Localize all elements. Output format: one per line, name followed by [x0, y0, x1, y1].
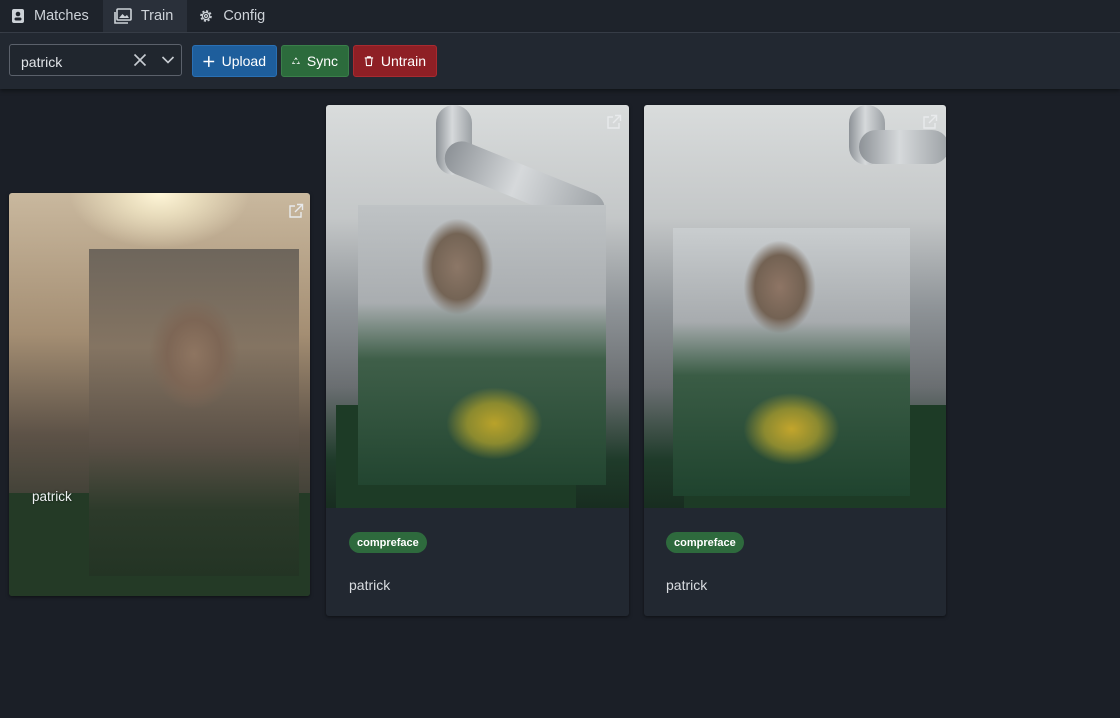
- untrain-button[interactable]: Untrain: [353, 45, 437, 77]
- recycle-icon: [292, 57, 300, 64]
- toolbar: patrick Upload Sync Untrain: [0, 33, 1120, 89]
- name-select-value: patrick: [21, 54, 63, 70]
- gear-icon: [200, 10, 213, 22]
- training-photo[interactable]: [9, 193, 310, 596]
- tab-bar: Matches Train Config: [0, 0, 1120, 33]
- tab-config[interactable]: Config: [187, 0, 279, 32]
- card-overlay-name: patrick: [32, 489, 72, 504]
- detector-badge-label: compreface: [357, 536, 419, 549]
- training-card: compreface patrick: [326, 105, 629, 616]
- sync-button[interactable]: Sync: [281, 45, 349, 77]
- untrain-label: Untrain: [380, 53, 426, 69]
- external-link-icon[interactable]: [922, 114, 938, 130]
- detector-badge: compreface: [666, 532, 744, 553]
- detector-badge-label: compreface: [674, 536, 736, 549]
- card-name: patrick: [666, 577, 708, 593]
- name-select[interactable]: patrick: [9, 44, 182, 76]
- trash-icon: [364, 56, 374, 67]
- chevron-down-icon[interactable]: [161, 54, 175, 66]
- plus-icon: [203, 55, 215, 67]
- images-icon: [114, 8, 132, 24]
- detector-badge: compreface: [349, 532, 427, 553]
- tab-matches-label: Matches: [34, 8, 89, 24]
- tab-matches[interactable]: Matches: [0, 0, 103, 32]
- upload-button[interactable]: Upload: [192, 45, 277, 77]
- training-card: compreface patrick: [644, 105, 946, 616]
- tab-train[interactable]: Train: [102, 0, 188, 32]
- id-card-icon: [12, 9, 24, 23]
- upload-label: Upload: [221, 53, 266, 69]
- training-photo[interactable]: [644, 105, 946, 508]
- external-link-icon[interactable]: [288, 203, 304, 219]
- tab-config-label: Config: [223, 8, 266, 24]
- sync-label: Sync: [306, 53, 338, 69]
- tab-train-label: Train: [140, 8, 174, 24]
- card-name: patrick: [349, 577, 391, 593]
- clear-icon[interactable]: [133, 53, 147, 67]
- external-link-icon[interactable]: [606, 114, 622, 130]
- training-photo[interactable]: [326, 105, 629, 508]
- training-card: patrick: [9, 193, 310, 596]
